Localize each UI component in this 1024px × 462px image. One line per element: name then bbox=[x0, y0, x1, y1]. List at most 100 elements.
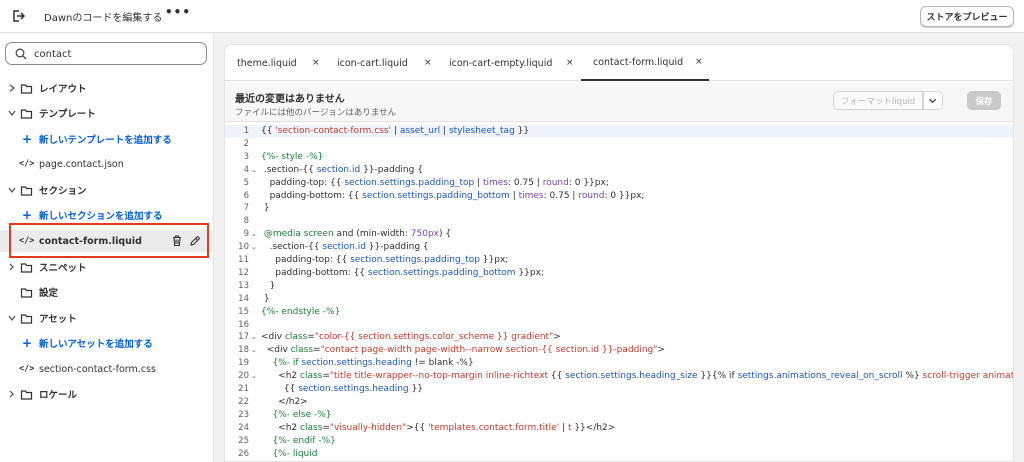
code-line[interactable]: 16 bbox=[225, 319, 1013, 332]
code-line[interactable]: 22 </h2> bbox=[225, 396, 1013, 409]
code-line[interactable]: 10 ⌄ .section-{{ section.id }}-padding { bbox=[225, 241, 1013, 254]
tab-icon-cart-liquid[interactable]: icon-cart.liquid × bbox=[325, 45, 437, 81]
search-input[interactable] bbox=[34, 46, 199, 62]
chevron-right-icon bbox=[9, 84, 15, 92]
folder-icon bbox=[20, 83, 33, 94]
code-line[interactable]: 20 ⌄ <h2 class="title title-wrapper--no-t… bbox=[225, 370, 1013, 383]
line-number: 5 bbox=[243, 177, 249, 188]
fold-chevron-icon[interactable]: ⌄ bbox=[251, 228, 257, 241]
code-line[interactable]: 4 ⌄ .section-{{ section.id }}-padding { bbox=[225, 164, 1013, 177]
folder-assets[interactable]: アセット bbox=[0, 307, 214, 329]
line-text: {%- style -%} bbox=[261, 151, 324, 162]
code-line[interactable]: 24 <h2 class="visually-hidden">{{ 'templ… bbox=[225, 422, 1013, 435]
line-number: 7 bbox=[243, 203, 249, 214]
folder-label: レイアウト bbox=[39, 84, 87, 95]
code-line[interactable]: 15 {%- endstyle -%} bbox=[225, 306, 1013, 319]
line-text: {{ section.settings.heading }} bbox=[261, 384, 423, 394]
line-number: 1 bbox=[243, 126, 249, 136]
tab-label: theme.liquid bbox=[237, 57, 297, 69]
fold-chevron-icon[interactable]: ⌄ bbox=[251, 344, 257, 357]
line-number: 14 bbox=[238, 293, 249, 304]
line-text: </h2> bbox=[261, 396, 308, 407]
line-number: 3 bbox=[243, 151, 249, 162]
file-page-contact-json[interactable]: </> page.contact.json bbox=[0, 153, 214, 175]
fold-chevron-icon[interactable]: ⌄ bbox=[251, 370, 257, 383]
code-line[interactable]: 9 ⌄ @media screen and (min-width: 750px) … bbox=[225, 228, 1013, 241]
format-dropdown-button[interactable] bbox=[923, 91, 943, 110]
code-line[interactable]: 13 } bbox=[225, 280, 1013, 293]
plus-icon: + bbox=[22, 132, 33, 146]
code-line[interactable]: 23 {%- else -%} bbox=[225, 409, 1013, 422]
fold-chevron-icon[interactable]: ⌄ bbox=[251, 331, 257, 344]
tab-theme-liquid[interactable]: theme.liquid × bbox=[225, 45, 325, 81]
close-icon[interactable]: × bbox=[424, 58, 432, 68]
line-text: {%- liquid bbox=[272, 448, 318, 459]
file-section-contact-form-css[interactable]: </> section-contact-form.css bbox=[0, 358, 214, 380]
code-line[interactable]: 6 padding-bottom: {{ section.settings.pa… bbox=[225, 190, 1013, 203]
folder-icon bbox=[20, 185, 33, 196]
code-line[interactable]: 21 {{ section.settings.heading }} bbox=[225, 383, 1013, 396]
code-line[interactable]: 19 {%- if section.settings.heading != bl… bbox=[225, 357, 1013, 370]
line-text: .section-{{ section.id }}-padding { bbox=[261, 164, 423, 175]
folder-templates[interactable]: テンプレート bbox=[0, 102, 214, 124]
code-line[interactable]: 11 padding-top: {{ section.settings.padd… bbox=[225, 254, 1013, 267]
close-icon[interactable]: × bbox=[695, 57, 703, 67]
line-number: 23 bbox=[238, 409, 249, 420]
tab-label: contact-form.liquid bbox=[593, 56, 684, 68]
folder-sections[interactable]: セクション bbox=[0, 179, 214, 201]
folder-icon bbox=[20, 287, 33, 298]
line-text: @media screen and (min-width: 750px) { bbox=[263, 229, 452, 240]
tab-contact-form-liquid[interactable]: contact-form.liquid × bbox=[581, 45, 709, 81]
line-number: 6 bbox=[243, 190, 249, 201]
folder-icon bbox=[20, 389, 33, 400]
close-icon[interactable]: × bbox=[312, 58, 320, 68]
code-line[interactable]: 18 ⌄ <div class="contact page-width page-… bbox=[225, 344, 1013, 357]
line-text: padding-bottom: {{ section.settings.padd… bbox=[261, 190, 645, 201]
line-number: 9 bbox=[243, 229, 249, 240]
line-number: 12 bbox=[238, 267, 249, 278]
folder-label: セクション bbox=[39, 186, 87, 197]
file-label: page.contact.json bbox=[39, 158, 124, 170]
chevron-right-icon bbox=[9, 390, 14, 398]
add-template-link[interactable]: + 新しいテンプレートを追加する bbox=[0, 128, 214, 150]
line-text: } bbox=[261, 203, 270, 214]
tab-label: icon-cart-empty.liquid bbox=[449, 57, 553, 69]
folder-layout[interactable]: レイアウト bbox=[0, 77, 214, 99]
add-label: 新しいアセットを追加する bbox=[39, 339, 153, 350]
folder-config[interactable]: 設定 bbox=[0, 281, 214, 303]
code-line[interactable]: 17 ⌄ <div class="color-{{ section.settings… bbox=[225, 331, 1013, 344]
file-search[interactable] bbox=[5, 42, 207, 65]
code-line[interactable]: 1 {{ 'section-contact-form.css' | asset_u… bbox=[225, 125, 1013, 138]
line-text: padding-top: {{ section.settings.padding… bbox=[261, 177, 609, 188]
tab-label: icon-cart.liquid bbox=[337, 57, 408, 69]
line-text: {%- endif -%} bbox=[272, 435, 336, 446]
folder-snippets[interactable]: スニペット bbox=[0, 256, 214, 278]
fold-chevron-icon[interactable]: ⌄ bbox=[251, 164, 257, 177]
more-actions-icon[interactable]: ••• bbox=[165, 5, 191, 19]
code-line[interactable]: 5 padding-top: {{ section.settings.paddi… bbox=[225, 177, 1013, 190]
code-editor-panel: theme.liquid × icon-cart.liquid × icon-c… bbox=[224, 44, 1014, 462]
preview-store-button[interactable]: ストアをプレビュー bbox=[920, 6, 1014, 27]
close-icon[interactable]: × bbox=[566, 58, 574, 68]
code-line[interactable]: 12 padding-bottom: {{ section.settings.p… bbox=[225, 267, 1013, 280]
version-info-bar: 最近の変更はありません ファイルには他のバージョンはありません フォーマットli… bbox=[225, 82, 1013, 122]
code-area[interactable]: 1 {{ 'section-contact-form.css' | asset_u… bbox=[225, 123, 1013, 461]
format-liquid-button[interactable]: フォーマットliquid bbox=[833, 91, 923, 110]
code-line[interactable]: 7 } bbox=[225, 202, 1013, 215]
exit-icon[interactable] bbox=[10, 8, 26, 24]
line-number: 21 bbox=[238, 384, 249, 394]
folder-icon bbox=[20, 262, 33, 273]
save-button[interactable]: 保存 bbox=[967, 91, 1001, 110]
folder-icon bbox=[20, 313, 33, 324]
tab-icon-cart-empty-liquid[interactable]: icon-cart-empty.liquid × bbox=[437, 45, 581, 81]
code-line[interactable]: 26 {%- liquid bbox=[225, 448, 1013, 461]
add-asset-link[interactable]: + 新しいアセットを追加する bbox=[0, 332, 214, 354]
code-line[interactable]: 14 } bbox=[225, 293, 1013, 306]
code-line[interactable]: 25 {%- endif -%} bbox=[225, 435, 1013, 448]
code-line[interactable]: 3 {%- style -%} bbox=[225, 151, 1013, 164]
code-line[interactable]: 2 bbox=[225, 138, 1013, 151]
line-text: .section-{{ section.id }}-padding { bbox=[261, 242, 429, 253]
folder-locales[interactable]: ロケール bbox=[0, 383, 214, 405]
code-line[interactable]: 8 bbox=[225, 215, 1013, 228]
fold-chevron-icon[interactable]: ⌄ bbox=[251, 241, 257, 254]
